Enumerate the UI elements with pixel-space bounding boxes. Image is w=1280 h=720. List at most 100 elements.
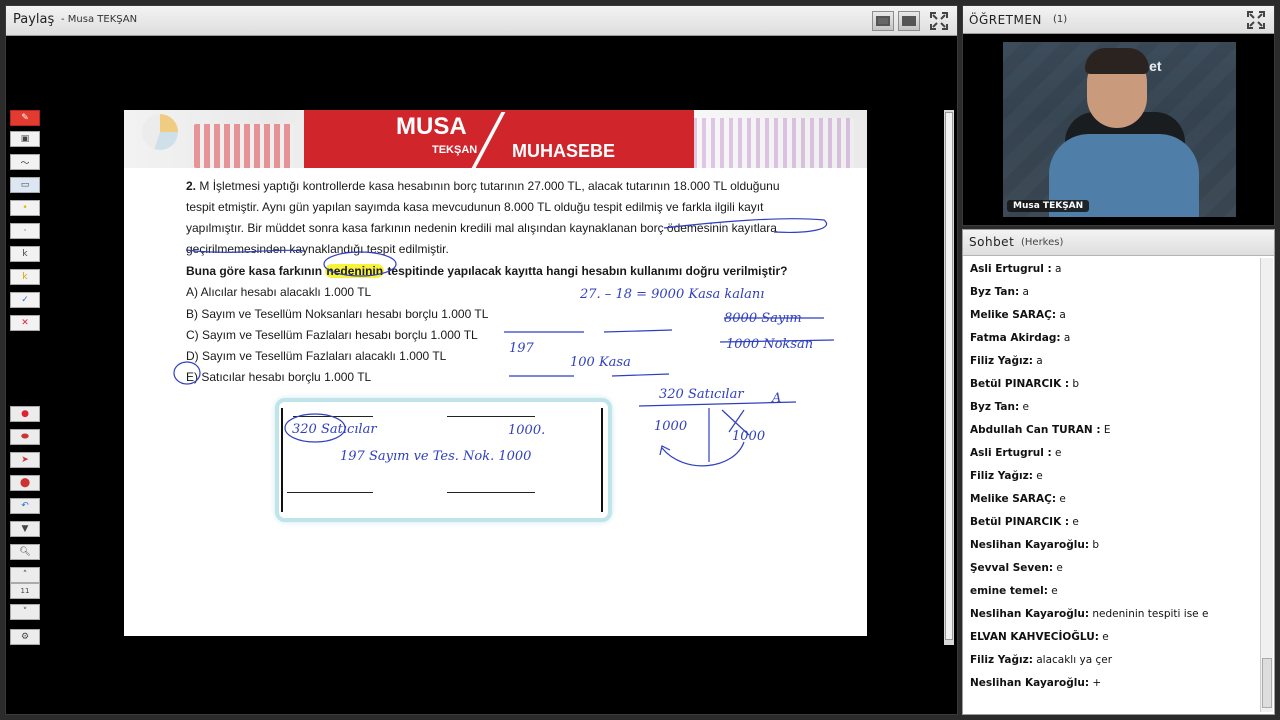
settings-button[interactable]: ⚙ [10,629,40,645]
marker-icon: k [22,272,28,282]
search-icon: 🔍︎ [19,547,31,557]
journal-left-border [281,408,283,512]
chat-message-sender: Filiz Yağız: [970,470,1033,482]
chat-message: Asli Ertugrul : e [970,447,1062,459]
journal-top-line-left [293,416,373,417]
document-scrollbar[interactable] [944,110,954,645]
page-up-button[interactable]: ˄ [10,567,40,583]
chat-message: Filiz Yağız: alacaklı ya çer [970,654,1112,666]
teacher-pod-title: ÖĞRETMEN [969,13,1042,27]
chat-message-text: e [1053,562,1063,574]
chat-message: Filiz Yağız: a [970,355,1043,367]
chat-scrollbar[interactable] [1260,258,1273,712]
collapse-button[interactable]: ▼ [10,521,40,537]
save-icon: ▣ [20,134,30,144]
eraser-button[interactable]: ⬬ [10,429,40,445]
app-root: Paylaş - Musa TEKŞAN ✎ ▣ 〜 ▭ • · k k ✓ ✕… [0,0,1280,720]
palette-icon: ● [21,409,29,419]
shape-tool-button[interactable]: · [10,223,40,239]
pointer-tool-button[interactable]: k [10,246,40,262]
chat-scroll-thumb[interactable] [1262,658,1272,708]
ink-taccount-title: 320 Satıcılar [659,387,744,402]
prompt-after: tespitinde yapılacak kayıtta hangi hesab… [384,264,788,278]
chat-scope[interactable]: (Herkes) [1021,237,1063,248]
logo-slash [470,112,506,170]
fullscreen-icon[interactable] [930,12,948,30]
chevron-down-icon: ˅ [22,607,28,617]
stamp-icon: ⬤ [19,478,31,488]
document-scroll-thumb[interactable] [945,112,953,640]
page-number-icon: 11 [20,587,30,595]
chat-message: Filiz Yağız: e [970,470,1043,482]
zoom-button[interactable]: 🔍︎ [10,544,40,560]
pen-tool-button[interactable]: ✎ [10,110,40,126]
journal-bottom-line-left [287,492,373,493]
chat-message-text: e [1032,470,1043,482]
chat-message: Neslihan Kayaroğlu: nedeninin tespiti is… [970,608,1208,620]
ink-journal-2: 100 Kasa [570,355,631,370]
chat-message-sender: Abdullah Can TURAN : [970,424,1101,436]
teacher-pod-header: ÖĞRETMEN (1) [963,6,1274,34]
logo-muhasebe: MUHASEBE [512,141,616,161]
chat-pod: Sohbet (Herkes) Asli Ertugrul : a Byz Tan… [962,229,1275,715]
chat-message-text: a [1051,263,1062,275]
chat-message-sender: emine temel: [970,585,1048,597]
chat-message: Byz Tan: e [970,401,1029,413]
view-mode-button[interactable] [872,11,894,31]
share-pod-subtitle: - Musa TEKŞAN [61,14,138,25]
pointer-button[interactable]: ➤ [10,452,40,468]
chat-message-sender: Asli Ertugrul : [970,263,1052,275]
ink-arrow [659,441,745,467]
chat-message-sender: Betül PINARCIK : [970,516,1070,528]
page-down-button[interactable]: ˅ [10,604,40,620]
highlighter-tool-button[interactable]: ▭ [10,177,40,193]
chat-message: Neslihan Kayaroğlu: b [970,539,1099,551]
share-pod-title: Paylaş [13,12,55,27]
check-tool-button[interactable]: ✓ [10,292,40,308]
prompt-highlight: nedeninin [325,264,385,278]
journal-right-border [601,408,603,512]
logo-musa: MUSA [396,113,467,140]
line-tool-button[interactable]: 〜 [10,154,40,170]
chat-message-text: a [1032,355,1043,367]
stamp-button[interactable]: ⬤ [10,475,40,491]
option-a[interactable]: A) Alıcılar hesabı alacaklı 1.000 TL [186,285,371,299]
ink-taccount-left: 1000 [654,419,687,434]
highlighter-icon: ▭ [20,180,30,190]
clear-tool-button[interactable]: ✕ [10,315,40,331]
option-e[interactable]: E) Satıcılar hesabı borçlu 1.000 TL [186,370,371,384]
chat-title: Sohbet [969,235,1015,249]
gear-icon: ⚙ [20,632,30,642]
chat-message: Melike SARAÇ: a [970,309,1066,321]
point-icon: · [23,226,27,236]
teacher-count: (1) [1053,14,1068,25]
chat-message-text: e [1019,401,1029,413]
page-indicator: 11 [10,583,40,599]
journal-entry-box [275,398,612,522]
ink-calc-underlines [719,317,835,343]
fit-mode-button[interactable] [898,11,920,31]
chat-message: Byz Tan: a [970,286,1029,298]
option-b[interactable]: B) Sayım ve Tesellüm Noksanları hesabı b… [186,307,488,321]
chat-pod-header: Sohbet (Herkes) [963,230,1274,256]
video-person-hair [1085,48,1149,74]
chat-message-sender: Neslihan Kayaroğlu: [970,539,1090,551]
question-text-1: M İşletmesi yaptığı kontrollerde kasa he… [199,179,780,193]
document-banner: MUSA TEKŞAN MUHASEBE [124,110,867,170]
journal-top-line-right [447,416,535,417]
marker-tool-button[interactable]: k [10,269,40,285]
share-pod: Paylaş - Musa TEKŞAN ✎ ▣ 〜 ▭ • · k k ✓ ✕… [5,5,958,715]
color-picker-button[interactable]: ● [10,406,40,422]
pen-icon: ✎ [21,113,29,123]
chat-message-text: e [1051,447,1062,459]
ink-taccount-right: 1000 [732,429,765,444]
option-c[interactable]: C) Sayım ve Tesellüm Fazlaları hesabı bo… [186,328,478,342]
save-button[interactable]: ▣ [10,131,40,147]
undo-icon: ↶ [21,501,29,511]
prompt-before: Buna göre kasa farkının [186,264,326,278]
fullscreen-icon[interactable] [1247,11,1265,29]
undo-button[interactable]: ↶ [10,498,40,514]
text-tool-button[interactable]: • [10,200,40,216]
line-icon: 〜 [20,158,30,169]
option-d[interactable]: D) Sayım ve Tesellüm Fazlaları alacaklı … [186,349,446,363]
